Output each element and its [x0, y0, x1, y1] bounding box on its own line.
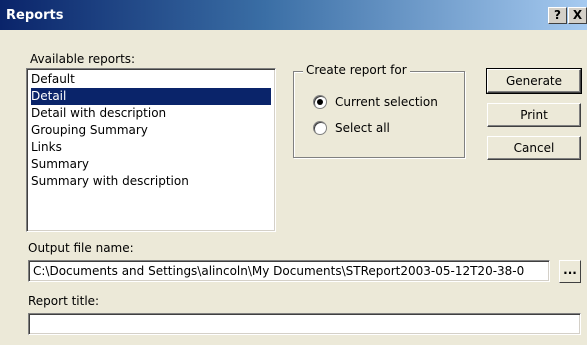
radio-label: Current selection [335, 95, 438, 109]
output-file-field[interactable]: C:\Documents and Settings\alincoln\My Do… [28, 260, 550, 282]
cancel-button[interactable]: Cancel [487, 136, 581, 160]
help-button[interactable]: ? [548, 7, 567, 24]
list-item[interactable]: Default [31, 71, 271, 88]
radio-on-icon[interactable] [313, 95, 327, 109]
print-button[interactable]: Print [487, 103, 581, 127]
list-item[interactable]: Detail with description [31, 105, 271, 122]
list-item[interactable]: Grouping Summary [31, 122, 271, 139]
reports-listbox[interactable]: Default Detail Detail with description G… [26, 68, 276, 232]
list-item[interactable]: Summary with description [31, 173, 271, 190]
list-item[interactable]: Links [31, 139, 271, 156]
browse-button[interactable]: ... [559, 260, 581, 283]
window-title: Reports [6, 8, 64, 23]
list-item[interactable]: Summary [31, 156, 271, 173]
create-report-group [293, 71, 465, 158]
close-button[interactable]: X [568, 7, 587, 24]
available-reports-label: Available reports: [30, 52, 136, 66]
radio-label: Select all [335, 121, 390, 135]
radio-current-selection[interactable]: Current selection [313, 94, 438, 110]
title-bar[interactable]: Reports ? X [0, 0, 587, 30]
list-item-selected[interactable]: Detail [31, 88, 271, 105]
output-file-label: Output file name: [28, 241, 134, 255]
create-report-legend: Create report for [303, 63, 410, 77]
report-title-field[interactable] [28, 313, 581, 335]
radio-off-icon[interactable] [313, 121, 327, 135]
report-title-label: Report title: [28, 294, 100, 308]
generate-button[interactable]: Generate [486, 68, 582, 94]
radio-select-all[interactable]: Select all [313, 120, 390, 136]
